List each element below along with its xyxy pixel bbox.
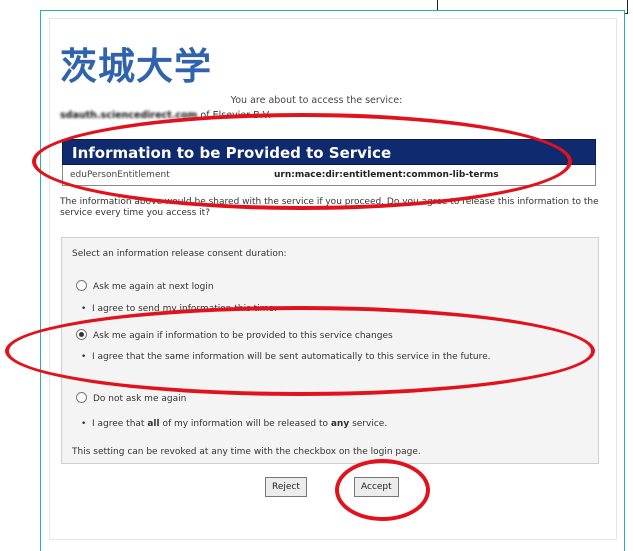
accept-button[interactable]: Accept: [354, 477, 399, 497]
radio-next-login[interactable]: [76, 280, 87, 291]
option-info-changes-desc: I agree that the same information will b…: [81, 352, 582, 363]
option-next-login-label: Ask me again at next login: [93, 282, 214, 292]
university-logo: 茨城大学: [60, 44, 212, 88]
notice-text: The information above would be shared wi…: [60, 197, 599, 218]
desc-bold-any: any: [330, 419, 350, 429]
desc-post: service.: [349, 419, 388, 429]
attribute-name: eduPersonEntitlement: [70, 170, 170, 180]
attribute-row: eduPersonEntitlement urn:mace:dir:entitl…: [62, 165, 596, 186]
option-do-not-ask-label: Do not ask me again: [93, 394, 187, 404]
service-owner: of Elsevier B.V.: [200, 110, 271, 121]
option-info-changes[interactable]: Ask me again if information to be provid…: [76, 329, 393, 341]
service-line: sdauth.sciencedirect.com of Elsevier B.V…: [60, 110, 271, 121]
desc-pre: I agree that: [92, 419, 148, 429]
option-info-changes-label: Ask me again if information to be provid…: [93, 331, 393, 341]
radio-do-not-ask[interactable]: [76, 392, 87, 403]
attribute-value: urn:mace:dir:entitlement:common-lib-term…: [274, 170, 499, 180]
option-do-not-ask[interactable]: Do not ask me again: [76, 392, 187, 404]
info-section-title: Information to be Provided to Service: [62, 139, 596, 165]
option-next-login[interactable]: Ask me again at next login: [76, 280, 214, 292]
option-do-not-ask-desc: I agree that all of my information will …: [81, 419, 388, 430]
about-text: You are about to access the service:: [230, 95, 403, 106]
consent-options-box: Select an information release consent du…: [61, 237, 599, 464]
desc-bold-all: all: [147, 419, 160, 429]
service-name: sdauth.sciencedirect.com: [60, 110, 198, 121]
consent-title: Select an information release consent du…: [72, 249, 287, 259]
revoke-note: This setting can be revoked at any time …: [72, 447, 421, 457]
option-next-login-desc: I agree to send my information this time…: [81, 304, 277, 315]
desc-mid: of my information will be released to: [159, 419, 331, 429]
radio-info-changes[interactable]: [76, 329, 87, 340]
reject-button[interactable]: Reject: [265, 477, 307, 497]
